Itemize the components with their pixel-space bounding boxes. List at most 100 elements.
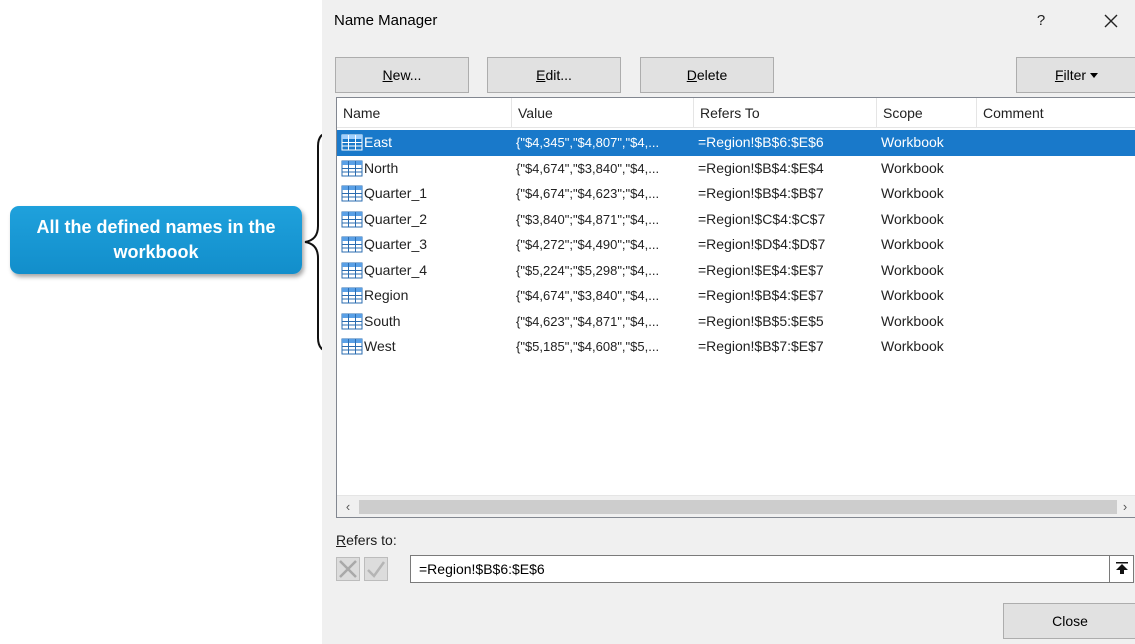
refers-to-cell: =Region!$B$6:$E$6 xyxy=(698,134,824,150)
name-manager-dialog: Name Manager ? New... Edit... Delete Fil… xyxy=(322,0,1135,644)
scope-cell: Workbook xyxy=(881,210,944,227)
list-item[interactable]: Region {"$4,674","$3,840","$4,... =Region!… xyxy=(337,283,1135,309)
name-cell: West xyxy=(341,334,511,359)
name-text: Quarter_3 xyxy=(364,236,428,252)
scope-cell: Workbook xyxy=(881,185,944,201)
table-icon xyxy=(341,313,363,330)
scroll-left-icon[interactable]: ‹ xyxy=(339,496,357,517)
refers-to-cell: =Region!$B$4:$E$7 xyxy=(698,287,824,303)
comment-cell xyxy=(981,283,1131,308)
refers-to-cell: =Region!$E$4:$E$7 xyxy=(698,261,824,278)
table-icon xyxy=(341,211,363,228)
comment-cell xyxy=(981,207,1131,232)
names-list[interactable]: Name Value Refers To Scope Comment East {… xyxy=(336,97,1135,518)
dialog-title: Name Manager xyxy=(334,12,438,29)
table-icon xyxy=(341,134,363,151)
name-cell: East xyxy=(341,130,511,155)
refers-to-cell: =Region!$C$4:$C$7 xyxy=(698,210,826,227)
name-text: South xyxy=(364,312,401,329)
name-cell: Quarter_3 xyxy=(341,232,511,257)
delete-label: elete xyxy=(696,67,728,83)
list-item[interactable]: Quarter_4 {"$5,224";"$5,298";"$4,... =Regi… xyxy=(337,258,1135,284)
value-cell: {"$4,674";"$4,623";"$4,... xyxy=(516,186,660,201)
horizontal-scrollbar[interactable]: ‹ › xyxy=(337,495,1135,517)
column-header-scope[interactable]: Scope xyxy=(877,98,977,128)
table-icon xyxy=(341,160,363,177)
name-text: North xyxy=(364,159,399,176)
close-icon[interactable] xyxy=(1098,8,1124,34)
scope-cell: Workbook xyxy=(881,134,944,150)
name-text: West xyxy=(364,338,396,354)
list-item[interactable]: Quarter_1 {"$4,674";"$4,623";"$4,... =Regi… xyxy=(337,181,1135,207)
name-cell: Region xyxy=(341,283,511,308)
scroll-thumb[interactable] xyxy=(359,500,1117,514)
value-cell: {"$5,224";"$5,298";"$4,... xyxy=(516,262,660,278)
scope-cell: Workbook xyxy=(881,338,944,354)
refers-to-label: Refers to: xyxy=(336,532,397,548)
table-icon xyxy=(341,338,363,355)
refers-to-cell: =Region!$B$5:$E$5 xyxy=(698,312,824,329)
name-text: Quarter_2 xyxy=(364,210,428,227)
list-item[interactable]: East {"$4,345","$4,807","$4,... =Region!$B… xyxy=(337,130,1135,156)
column-header-refers-to[interactable]: Refers To xyxy=(694,98,877,128)
column-header-name[interactable]: Name xyxy=(337,98,512,128)
list-item[interactable]: South {"$4,623","$4,871","$4,... =Region!$… xyxy=(337,309,1135,335)
help-button[interactable]: ? xyxy=(1030,10,1052,32)
name-text: Quarter_1 xyxy=(364,185,428,201)
value-cell: {"$3,840";"$4,871";"$4,... xyxy=(516,211,660,227)
value-cell: {"$4,623","$4,871","$4,... xyxy=(516,313,660,329)
table-icon xyxy=(341,262,363,279)
name-text: Region xyxy=(364,287,409,303)
edit-button[interactable]: Edit... xyxy=(487,57,621,93)
refers-to-cell: =Region!$B$7:$E$7 xyxy=(698,338,824,354)
value-cell: {"$4,674","$3,840","$4,... xyxy=(516,288,660,303)
close-button[interactable]: Close xyxy=(1003,603,1135,639)
comment-cell xyxy=(981,181,1131,206)
name-cell: Quarter_2 xyxy=(341,207,511,232)
scope-cell: Workbook xyxy=(881,261,944,278)
table-icon xyxy=(341,287,363,304)
comment-cell xyxy=(981,156,1131,181)
name-cell: Quarter_4 xyxy=(341,258,511,283)
value-cell: {"$4,272";"$4,490";"$4,... xyxy=(516,237,660,252)
refers-to-input[interactable]: =Region!$B$6:$E$6 xyxy=(410,555,1110,583)
list-item[interactable]: Quarter_2 {"$3,840";"$4,871";"$4,... =Regi… xyxy=(337,207,1135,233)
edit-accel: E xyxy=(536,67,546,83)
value-cell: {"$4,345","$4,807","$4,... xyxy=(516,135,660,150)
column-header-comment[interactable]: Comment xyxy=(977,98,1135,128)
new-button[interactable]: New... xyxy=(335,57,469,93)
comment-cell xyxy=(981,309,1131,334)
value-cell: {"$4,674","$3,840","$4,... xyxy=(516,160,660,176)
list-item[interactable]: West {"$5,185","$4,608","$5,... =Region!$B… xyxy=(337,334,1135,360)
column-header-value[interactable]: Value xyxy=(512,98,694,128)
cancel-edit-icon[interactable] xyxy=(336,557,360,581)
filter-button[interactable]: Filter xyxy=(1016,57,1135,93)
callout-text: All the defined names in the workbook xyxy=(36,217,276,262)
name-cell: North xyxy=(341,156,511,181)
refers-to-cell: =Region!$B$4:$E$4 xyxy=(698,159,824,176)
refers-label-text: efers to: xyxy=(346,532,397,548)
scope-cell: Workbook xyxy=(881,312,944,329)
delete-button[interactable]: Delete xyxy=(640,57,774,93)
filter-label: ilter xyxy=(1063,67,1087,83)
annotation-callout: All the defined names in the workbook xyxy=(10,206,302,274)
delete-accel: D xyxy=(686,67,697,83)
name-rows: East {"$4,345","$4,807","$4,... =Region!$B… xyxy=(337,130,1135,360)
list-item[interactable]: Quarter_3 {"$4,272";"$4,490";"$4,... =Regi… xyxy=(337,232,1135,258)
edit-label: dit... xyxy=(545,67,572,83)
list-header: Name Value Refers To Scope Comment xyxy=(337,98,1135,128)
filter-accel: F xyxy=(1054,67,1064,83)
scope-cell: Workbook xyxy=(881,287,944,303)
list-item[interactable]: North {"$4,674","$3,840","$4,... =Region!$… xyxy=(337,156,1135,182)
name-cell: Quarter_1 xyxy=(341,181,511,206)
name-cell: South xyxy=(341,309,511,334)
scope-cell: Workbook xyxy=(881,236,944,252)
name-text: East xyxy=(364,134,393,150)
collapse-dialog-icon[interactable] xyxy=(1110,555,1134,583)
scope-cell: Workbook xyxy=(881,159,944,176)
scroll-right-icon[interactable]: › xyxy=(1116,496,1134,517)
table-icon xyxy=(341,185,363,202)
refers-to-cell: =Region!$B$4:$B$7 xyxy=(698,185,824,201)
comment-cell xyxy=(981,334,1131,359)
confirm-edit-icon[interactable] xyxy=(364,557,388,581)
